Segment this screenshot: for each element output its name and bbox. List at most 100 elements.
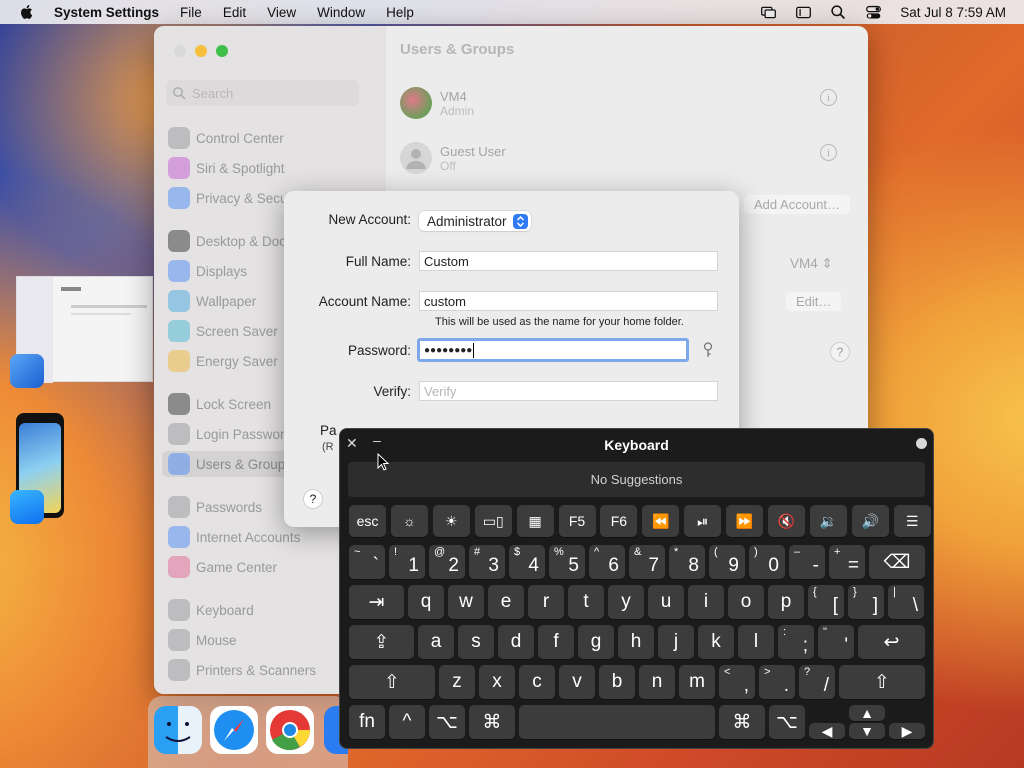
account-type-popup[interactable]: Administrator [419,211,531,231]
sidebar-item[interactable]: Screen Saver [168,318,278,344]
letter-key[interactable]: h [618,625,654,659]
auto-login-select[interactable]: VM4 ⇕ [790,256,833,272]
key[interactable]: * 8 [669,545,705,579]
key[interactable]: @2 [429,545,465,579]
function-key[interactable]: 🔊 [851,505,889,537]
sidebar-item[interactable]: Displays [168,258,247,284]
close-button[interactable] [174,45,186,57]
letter-key[interactable]: j [658,625,694,659]
letter-key[interactable]: q [408,585,444,619]
control-key[interactable]: ^ [389,705,425,739]
caps-lock-key[interactable]: ⇪ [349,625,414,659]
sidebar-item[interactable]: Printers & Scanners [168,657,316,683]
function-key[interactable]: ⏩ [726,505,764,537]
letter-key[interactable]: w [448,585,484,619]
key[interactable]: :; [778,625,814,659]
sidebar-item[interactable]: Mouse [168,627,237,653]
menu-file[interactable]: File [180,5,202,20]
left-arrow-key[interactable]: ◀ [809,723,845,739]
letter-key[interactable]: p [768,585,804,619]
password-assistant-key-icon[interactable] [702,342,714,361]
letter-key[interactable]: a [418,625,454,659]
menu-app-name[interactable]: System Settings [54,5,159,20]
info-icon[interactable]: i [820,144,837,161]
left-command-key[interactable]: ⌘ [469,705,515,739]
key[interactable]: ) 0 [749,545,785,579]
full-name-field[interactable]: Custom [419,251,718,271]
sidebar-item[interactable]: Wallpaper [168,288,256,314]
sidebar-item[interactable]: Control Center [168,125,284,151]
sidebar-item[interactable]: Keyboard [168,597,254,623]
letter-key[interactable]: z [439,665,475,699]
function-key[interactable]: F6 [600,505,638,537]
minimize-button[interactable] [195,45,207,57]
key[interactable]: + = [829,545,865,579]
key[interactable]: & 7 [629,545,665,579]
key[interactable]: ? / [799,665,835,699]
key[interactable]: | \ [888,585,924,619]
xcode-app-icon[interactable] [10,354,44,388]
function-key[interactable]: ☼ [390,505,428,537]
key[interactable]: – - [789,545,825,579]
user-row-vm4[interactable]: VM4 Admin [400,87,474,119]
letter-key[interactable]: t [568,585,604,619]
left-shift-key[interactable]: ⇧ [349,665,435,699]
stage-manager-icon[interactable] [795,4,812,21]
right-shift-key[interactable]: ⇧ [839,665,925,699]
function-key[interactable]: F5 [558,505,596,537]
right-option-key[interactable]: ⌥ [769,705,805,739]
function-key[interactable]: 🔉 [809,505,847,537]
menu-help[interactable]: Help [386,5,414,20]
user-row-guest[interactable]: Guest User Off [400,142,506,174]
zoom-button[interactable] [216,45,228,57]
screen-mirroring-icon[interactable] [760,4,777,21]
sidebar-item[interactable]: Siri & Spotlight [168,155,285,181]
sidebar-item[interactable]: Login Passwor [168,421,285,447]
key[interactable]: $4 [509,545,545,579]
letter-key[interactable]: s [458,625,494,659]
letter-key[interactable]: r [528,585,564,619]
letter-key[interactable]: d [498,625,534,659]
menu-window[interactable]: Window [317,5,365,20]
info-icon[interactable]: i [820,89,837,106]
letter-key[interactable]: m [679,665,715,699]
letter-key[interactable]: i [688,585,724,619]
chrome-icon[interactable] [266,706,314,754]
letter-key[interactable]: n [639,665,675,699]
password-field[interactable]: ●●●●●●●● [417,338,689,362]
down-arrow-key[interactable]: ▼ [849,723,885,739]
sidebar-item[interactable]: Game Center [168,554,277,580]
sidebar-item[interactable]: Privacy & Secu [168,185,288,211]
tab-key[interactable]: ⇥ [349,585,404,619]
letter-key[interactable]: f [538,625,574,659]
key[interactable]: ~ ` [349,545,385,579]
function-key[interactable]: ⏯ [684,505,722,537]
key[interactable]: <, [719,665,755,699]
letter-key[interactable]: v [559,665,595,699]
menu-clock[interactable]: Sat Jul 8 7:59 AM [900,5,1006,20]
letter-key[interactable]: b [599,665,635,699]
letter-key[interactable]: l [738,625,774,659]
letter-key[interactable]: e [488,585,524,619]
letter-key[interactable]: u [648,585,684,619]
add-account-button[interactable]: Add Account… [744,195,850,214]
letter-key[interactable]: x [479,665,515,699]
sidebar-item[interactable]: Desktop & Doc [168,228,286,254]
account-name-field[interactable]: custom [419,291,718,311]
key[interactable]: ^ 6 [589,545,625,579]
letter-key[interactable]: g [578,625,614,659]
menu-edit[interactable]: Edit [223,5,246,20]
key[interactable]: % 5 [549,545,585,579]
function-key[interactable]: 🔇 [768,505,805,537]
app-store-icon[interactable] [10,490,44,524]
letter-key[interactable]: o [728,585,764,619]
return-key[interactable]: ↩ [858,625,925,659]
function-key[interactable]: esc [349,505,386,537]
letter-key[interactable]: k [698,625,734,659]
key[interactable]: #3 [469,545,505,579]
right-command-key[interactable]: ⌘ [719,705,765,739]
spotlight-search-icon[interactable] [830,4,847,21]
key[interactable]: {[ [808,585,844,619]
function-key[interactable]: ▭▯ [474,505,512,537]
options-icon[interactable] [916,438,927,449]
